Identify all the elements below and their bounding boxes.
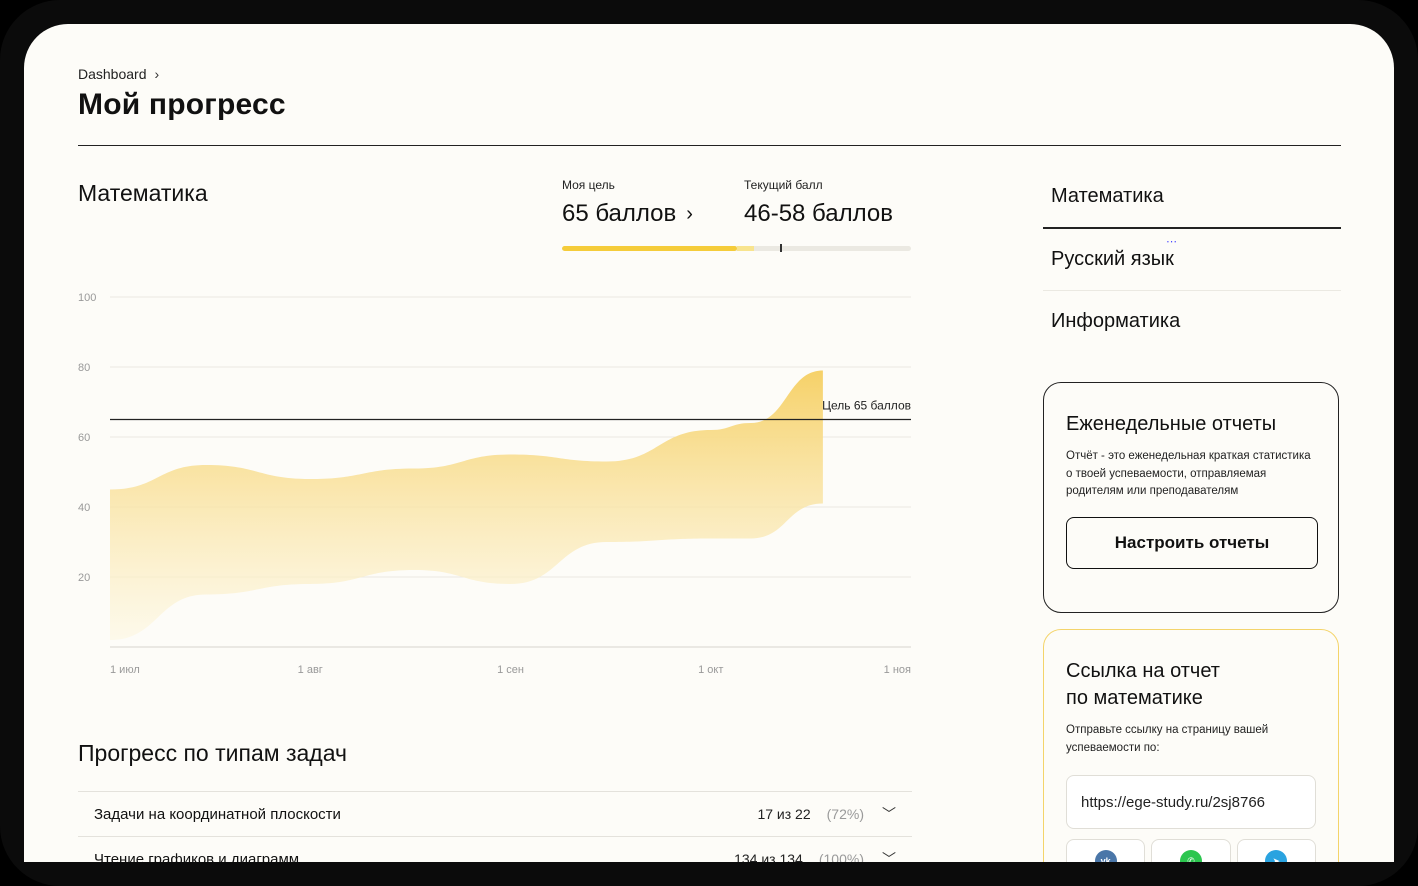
task-row[interactable]: Задачи на координатной плоскости 17 из 2…: [78, 791, 912, 836]
share-buttons: vk ✆ ➤: [1066, 839, 1316, 862]
x-tick-label: 1 июл: [110, 664, 140, 676]
breadcrumb-dashboard-link[interactable]: Dashboard: [78, 66, 147, 82]
goal-value: 65 баллов: [562, 200, 677, 227]
task-percent: (72%): [826, 806, 864, 822]
share-link-title: Ссылка на отчет по математике: [1066, 658, 1316, 712]
cursor-marker: ⋯: [1166, 236, 1177, 248]
configure-reports-button[interactable]: Настроить отчеты: [1066, 516, 1318, 569]
x-tick-label: 1 окт: [698, 664, 723, 676]
page-title: Мой прогресс: [78, 88, 286, 121]
weekly-reports-card: Еженедельные отчеты Отчёт - это еженедел…: [1043, 382, 1339, 613]
share-link-field[interactable]: https://ege-study.ru/2sj8766: [1066, 775, 1316, 829]
telegram-icon: ➤: [1265, 850, 1288, 862]
score-progress-marker: [780, 244, 783, 252]
vk-icon: vk: [1094, 850, 1117, 862]
x-tick-label: 1 сен: [497, 664, 524, 676]
subject-title: Математика: [78, 180, 208, 206]
y-tick-label: 60: [78, 432, 90, 444]
current-value: 46-58 баллов: [744, 200, 893, 227]
whatsapp-icon: ✆: [1179, 850, 1202, 862]
score-progress-bar: [562, 246, 911, 251]
tasks-title: Прогресс по типам задач: [78, 740, 347, 766]
subject-item-informatics[interactable]: Информатика: [1043, 291, 1341, 352]
task-row[interactable]: Чтение графиков и диаграмм 134 из 134 (1…: [78, 836, 912, 862]
y-tick-label: 80: [78, 362, 90, 374]
current-score: Текущий балл 46-58 баллов: [744, 178, 893, 228]
chevron-down-icon[interactable]: ﹀: [882, 849, 896, 862]
y-tick-label: 100: [78, 292, 96, 304]
goal-label: Моя цель: [562, 178, 615, 192]
subject-nav: Математика Русский язык Информатика: [1043, 166, 1341, 352]
x-tick-label: 1 ноя: [884, 664, 911, 676]
share-vk-button[interactable]: vk: [1066, 839, 1146, 862]
breadcrumb: Dashboard ›: [78, 66, 159, 82]
score-range-area: [110, 370, 823, 640]
x-tick-label: 1 авг: [298, 664, 323, 676]
screen: Dashboard › Мой прогресс Математика Моя …: [24, 24, 1394, 862]
y-tick-label: 20: [78, 572, 90, 584]
task-name: Чтение графиков и диаграмм: [94, 850, 300, 863]
task-score: 17 из 22: [757, 806, 811, 822]
score-progress-range: [736, 246, 754, 251]
share-link-description: Отправьте ссылку на страницу вашей успев…: [1066, 724, 1269, 754]
goal-score[interactable]: Моя цель 65 баллов ›: [562, 178, 693, 228]
task-percent: (100%): [818, 851, 864, 862]
title-divider: [78, 145, 1341, 146]
score-progress-fill: [562, 246, 737, 251]
progress-chart: 100 80 60 40 20 Цель 65 баллов 1 июл 1 авг 1 сен…: [78, 292, 911, 676]
weekly-reports-description: Отчёт - это еженедельная краткая статист…: [1066, 450, 1311, 497]
task-score: 134 из 134: [734, 851, 803, 862]
subject-item-math[interactable]: Математика: [1043, 166, 1341, 229]
share-telegram-button[interactable]: ➤: [1236, 839, 1316, 862]
chevron-right-icon: ›: [686, 202, 693, 225]
subject-item-russian[interactable]: Русский язык: [1043, 229, 1341, 291]
task-list: Задачи на координатной плоскости 17 из 2…: [78, 791, 912, 862]
task-name: Задачи на координатной плоскости: [94, 805, 341, 823]
share-link-card: Ссылка на отчет по математике Отправьте …: [1043, 629, 1339, 862]
share-link-title-line1: Ссылка на отчет: [1066, 660, 1220, 682]
share-link-title-line2: по математике: [1066, 687, 1203, 709]
chevron-down-icon[interactable]: ﹀: [882, 804, 896, 824]
share-whatsapp-button[interactable]: ✆: [1151, 839, 1231, 862]
goal-line-label: Цель 65 баллов: [822, 399, 911, 413]
chevron-right-icon: ›: [154, 66, 160, 82]
y-tick-label: 40: [78, 502, 90, 514]
weekly-reports-title: Еженедельные отчеты: [1066, 413, 1277, 435]
device-frame: Dashboard › Мой прогресс Математика Моя …: [0, 0, 1418, 886]
current-label: Текущий балл: [744, 178, 823, 192]
